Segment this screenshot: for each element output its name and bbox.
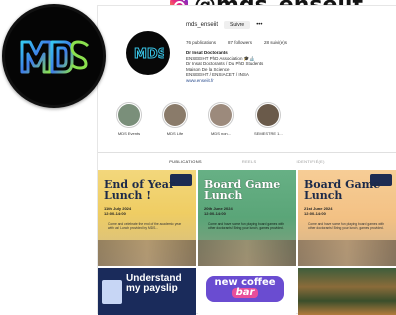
post-title: Board Game Lunch [304, 178, 381, 202]
posts-grid: End of Year Lunch ! 11th July 2024 12:00-… [98, 170, 396, 315]
highlight-mds-non[interactable]: MDS non... [208, 102, 234, 136]
document-icon [102, 280, 122, 304]
follow-button[interactable]: Suivre [224, 21, 251, 29]
post-title: End of Year Lunch ! [104, 178, 175, 202]
followers-count[interactable]: 87 followers [228, 40, 252, 45]
profile-header-row: mds_enseiit Suivre ••• [186, 21, 263, 29]
posts-count: 76 publications [186, 40, 217, 45]
post-body: Come and celebrate the end of the academ… [108, 222, 182, 231]
post-photo [298, 240, 396, 266]
highlight-circle [208, 102, 234, 128]
profile-bio: Dr Insat Doctorants ENSEEIHT PhD Associa… [186, 50, 316, 83]
following-count[interactable]: 28 suivi(e)s [264, 40, 287, 45]
highlight-circle [255, 102, 282, 128]
post-date: 11th July 2024 12:00-14:00 [104, 206, 132, 216]
tab-reels[interactable]: REELS [242, 159, 257, 164]
highlight-label: MDS non... [210, 131, 231, 136]
bio-link[interactable]: www.enseiit.fr [186, 78, 316, 84]
post-photo [198, 240, 296, 266]
post-date: 20th June 2024 12:00-14:00 [204, 206, 233, 216]
highlight-label: MDS Events [117, 131, 141, 136]
mds-logo-badge [2, 4, 106, 108]
post-title-bubble: new coffee bar [206, 276, 284, 302]
more-options-icon[interactable]: ••• [256, 22, 262, 28]
post-title: Board Game Lunch [204, 178, 281, 202]
post-subtitle: bar [231, 288, 259, 298]
highlight-circle [162, 102, 188, 128]
post-board-game-lunch-2[interactable]: Board Game Lunch 21st June 2024 12:00-14:… [298, 170, 396, 266]
highlight-mds-life[interactable]: MDS Life [162, 102, 188, 136]
post-photo [98, 240, 196, 266]
post-new-coffee-bar[interactable]: new coffee bar [198, 268, 296, 315]
highlight-label: MDS Life [166, 131, 184, 136]
post-end-of-year-lunch[interactable]: End of Year Lunch ! 11th July 2024 12:00-… [98, 170, 196, 266]
highlight-circle [116, 102, 142, 128]
profile-avatar[interactable]: MDS [126, 31, 170, 75]
profile-tabs: PUBLICATIONS REELS IDENTIFIÉ(E) [98, 152, 396, 164]
post-photo-shelf[interactable] [298, 268, 396, 315]
tab-publications[interactable]: PUBLICATIONS [169, 159, 202, 164]
profile-handle: mds_enseiit [186, 22, 219, 28]
post-date: 21st June 2024 12:00-14:00 [304, 206, 333, 216]
profile-screen: MDS mds_enseiit Suivre ••• 76 publicatio… [98, 6, 396, 315]
post-title: Understand my payslip [126, 273, 182, 294]
mds-logo-icon: MDS [134, 47, 165, 63]
post-understand-payslip[interactable]: Understand my payslip [98, 268, 196, 315]
post-body: Come and have some fun playing board gam… [208, 222, 285, 231]
highlight-semestre[interactable]: SEMESTRE 1... [254, 102, 283, 136]
story-highlights: MDS Events MDS Life MDS non... SEMESTRE … [116, 102, 283, 136]
profile-stats: 76 publications 87 followers 28 suivi(e)… [186, 40, 287, 45]
svg-text:MDS: MDS [134, 47, 164, 62]
mds-logo-icon [20, 40, 90, 74]
post-board-game-lunch[interactable]: Board Game Lunch 20th June 2024 12:00-14:… [198, 170, 296, 266]
highlight-mds-events[interactable]: MDS Events [116, 102, 142, 136]
tab-tagged[interactable]: IDENTIFIÉ(E) [297, 159, 325, 164]
post-body: Come and have some fun playing board gam… [308, 222, 385, 231]
highlight-label: SEMESTRE 1... [254, 131, 283, 136]
